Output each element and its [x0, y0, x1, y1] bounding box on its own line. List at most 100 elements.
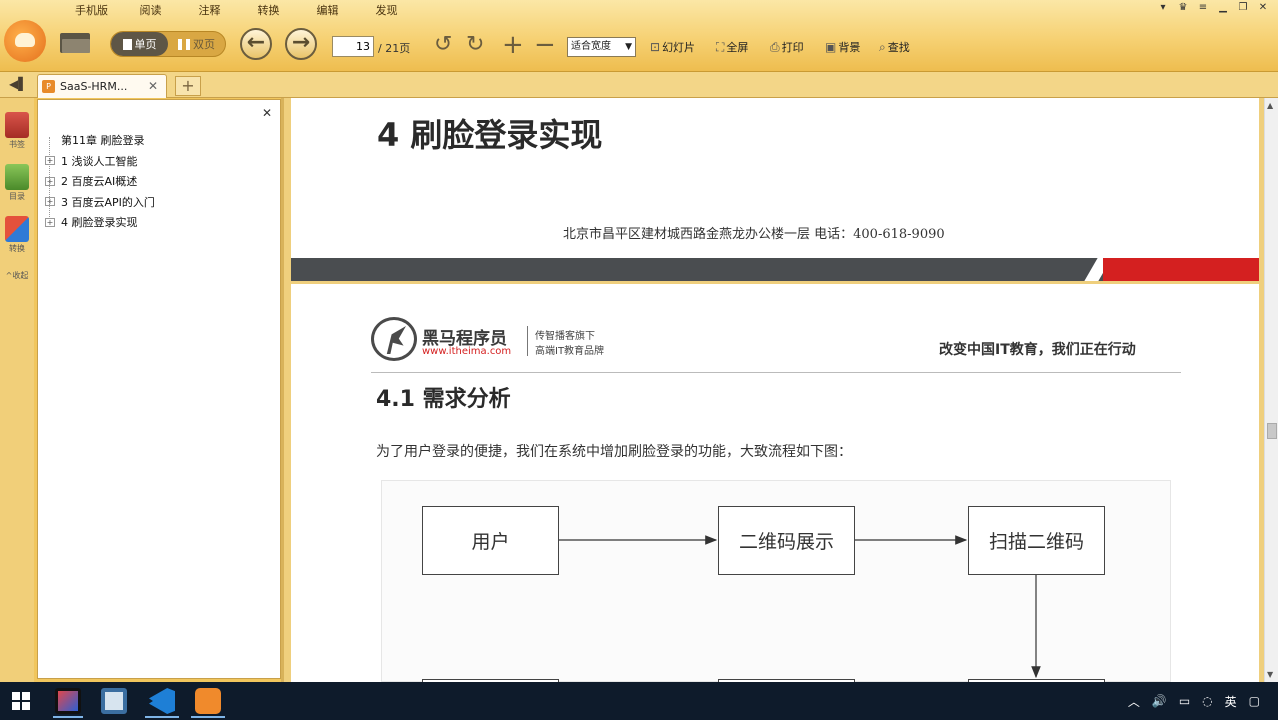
header-rule [371, 372, 1181, 373]
fullscreen-label: 全屏 [726, 41, 749, 54]
print-button[interactable]: ⎙ 打印 [770, 39, 804, 55]
single-page-button[interactable]: 单页 [111, 32, 168, 56]
left-dock: 书签 目录 转换 ^收起 [0, 98, 34, 682]
section-heading: 4.1 需求分析 [376, 387, 511, 412]
dock-bookmark-button[interactable]: 书签 [3, 112, 31, 150]
fullscreen-icon: ⛶ [716, 39, 725, 54]
body-paragraph: 为了用户登录的便捷，我们在系统中增加刷脸登录的功能，大致流程如下图： [376, 444, 852, 460]
tab-document[interactable]: P SaaS-HRM... ✕ [37, 74, 167, 98]
bookmark-icon [5, 112, 29, 138]
brand-logo-icon [371, 317, 417, 361]
outline-root[interactable]: 第11章 刷脸登录 [45, 130, 155, 151]
intellij-icon[interactable] [55, 688, 81, 714]
brand-tagline: 高端IT教育品牌 [535, 346, 605, 357]
slideshow-button[interactable]: ⊡ 幻灯片 [650, 39, 695, 55]
rotate-right-icon[interactable]: ↻ [466, 32, 484, 58]
menu-convert[interactable]: 转换 [239, 2, 298, 20]
menu-discover[interactable]: 发现 [357, 2, 416, 20]
expand-icon[interactable]: + [45, 156, 55, 166]
footer-band [291, 258, 1259, 281]
vscode-icon[interactable] [149, 688, 175, 714]
brand-url: www.itheima.com [422, 346, 512, 357]
page-number-input[interactable] [332, 36, 374, 57]
file-explorer-icon[interactable] [101, 688, 127, 714]
expand-icon[interactable]: + [45, 217, 55, 227]
outline-list: 第11章 刷脸登录 + 1 浅谈人工智能 + 2 百度云AI概述 + 3 百度云… [45, 130, 155, 233]
open-folder-icon[interactable] [60, 30, 92, 54]
background-button[interactable]: ▣ 背景 [825, 39, 860, 55]
dock-convert-label: 转换 [9, 244, 25, 253]
zoom-out-icon[interactable]: − [534, 32, 556, 58]
menu-edit[interactable]: 编辑 [298, 2, 357, 20]
tab-close-icon[interactable]: ✕ [148, 79, 158, 93]
windows-start-icon[interactable] [12, 692, 30, 710]
fullscreen-button[interactable]: ⛶ 全屏 [716, 39, 748, 55]
battery-icon[interactable]: ▭ [1179, 694, 1190, 708]
dock-collapse-button[interactable]: ^收起 [3, 270, 31, 281]
close-icon[interactable]: ✕ [1256, 1, 1270, 15]
zoom-select-value: 适合宽度 [571, 41, 611, 52]
page-previous: 4 刷脸登录实现 北京市昌平区建材城西路金燕龙办公楼一层 电话：400-618-… [291, 98, 1259, 281]
double-page-button[interactable]: 双页 [168, 32, 225, 56]
next-page-button[interactable]: → [285, 28, 317, 60]
sidebar-toggle-icon[interactable]: ◀▌ [9, 77, 27, 91]
arrow-right-icon: → [291, 30, 311, 55]
volume-icon[interactable]: 🔊 [1152, 694, 1167, 708]
brand-divider [527, 326, 528, 356]
notification-icon[interactable]: ▢ [1249, 694, 1260, 708]
active-indicator [145, 716, 179, 718]
outline-item-label: 3 百度云API的入门 [61, 195, 155, 209]
skin-icon[interactable]: ♛ [1176, 1, 1190, 15]
page-view-toggle: 单页 双页 [110, 31, 226, 57]
dock-collapse-label: 收起 [12, 271, 29, 280]
zoom-select[interactable]: 适合宽度 ▼ [567, 37, 636, 57]
expand-icon[interactable]: + [45, 176, 55, 186]
minimize-icon[interactable]: ▁ [1216, 1, 1230, 15]
pdf-reader-icon[interactable] [195, 688, 221, 714]
vertical-scrollbar[interactable]: ▲ ▼ [1264, 98, 1278, 682]
main-toolbar: 手机版 阅读 注释 转换 编辑 发现 ▾ ♛ ≡ ▁ ❐ ✕ 单页 双页 ← →… [0, 0, 1278, 72]
rotate-left-icon[interactable]: ↺ [434, 32, 452, 58]
search-icon: ⌕ [879, 39, 886, 54]
app-logo-icon[interactable] [4, 20, 46, 62]
scroll-up-icon[interactable]: ▲ [1267, 101, 1273, 110]
outline-item[interactable]: + 2 百度云AI概述 [45, 171, 155, 192]
double-page-icon [178, 38, 190, 50]
zoom-in-icon[interactable]: + [502, 32, 524, 58]
outline-item[interactable]: + 4 刷脸登录实现 [45, 212, 155, 233]
dock-convert-button[interactable]: 转换 [3, 216, 31, 254]
single-page-label: 单页 [134, 38, 157, 51]
brand-tagline: 传智播客旗下 [535, 331, 595, 342]
new-tab-button[interactable]: + [175, 76, 201, 96]
search-label: 查找 [887, 41, 910, 54]
menu-mobile[interactable]: 手机版 [62, 2, 121, 20]
slideshow-icon: ⊡ [650, 40, 661, 54]
toc-icon [5, 164, 29, 190]
dropdown-menu-icon[interactable]: ▾ [1156, 1, 1170, 15]
active-indicator [191, 716, 225, 718]
scroll-thumb[interactable] [1267, 423, 1277, 439]
prev-page-button[interactable]: ← [240, 28, 272, 60]
tray-expand-icon[interactable]: ︿ [1128, 693, 1140, 710]
search-button[interactable]: ⌕ 查找 [879, 39, 910, 55]
background-label: 背景 [838, 41, 861, 54]
network-icon[interactable]: ◌ [1202, 694, 1212, 708]
settings-icon[interactable]: ≡ [1196, 1, 1210, 15]
ime-indicator[interactable]: 英 [1225, 693, 1237, 710]
flow-node-scan-qr: 扫描二维码 [968, 506, 1105, 575]
chevron-down-icon: ▼ [625, 42, 632, 52]
dock-toc-label: 目录 [9, 192, 25, 201]
menu-read[interactable]: 阅读 [121, 2, 180, 20]
expand-icon[interactable]: + [45, 197, 55, 207]
outline-item[interactable]: + 3 百度云API的入门 [45, 192, 155, 213]
system-tray: ︿ 🔊 ▭ ◌ 英 ▢ [1128, 682, 1260, 720]
pdf-to-word-icon [5, 216, 29, 242]
menu-annotate[interactable]: 注释 [180, 2, 239, 20]
dock-toc-button[interactable]: 目录 [3, 164, 31, 202]
close-icon[interactable]: ✕ [262, 106, 272, 120]
scroll-down-icon[interactable]: ▼ [1267, 670, 1273, 679]
outline-item[interactable]: + 1 浅谈人工智能 [45, 151, 155, 172]
print-label: 打印 [781, 41, 804, 54]
restore-icon[interactable]: ❐ [1236, 1, 1250, 15]
flow-diagram: 用户 二维码展示 扫描二维码 [381, 480, 1171, 709]
